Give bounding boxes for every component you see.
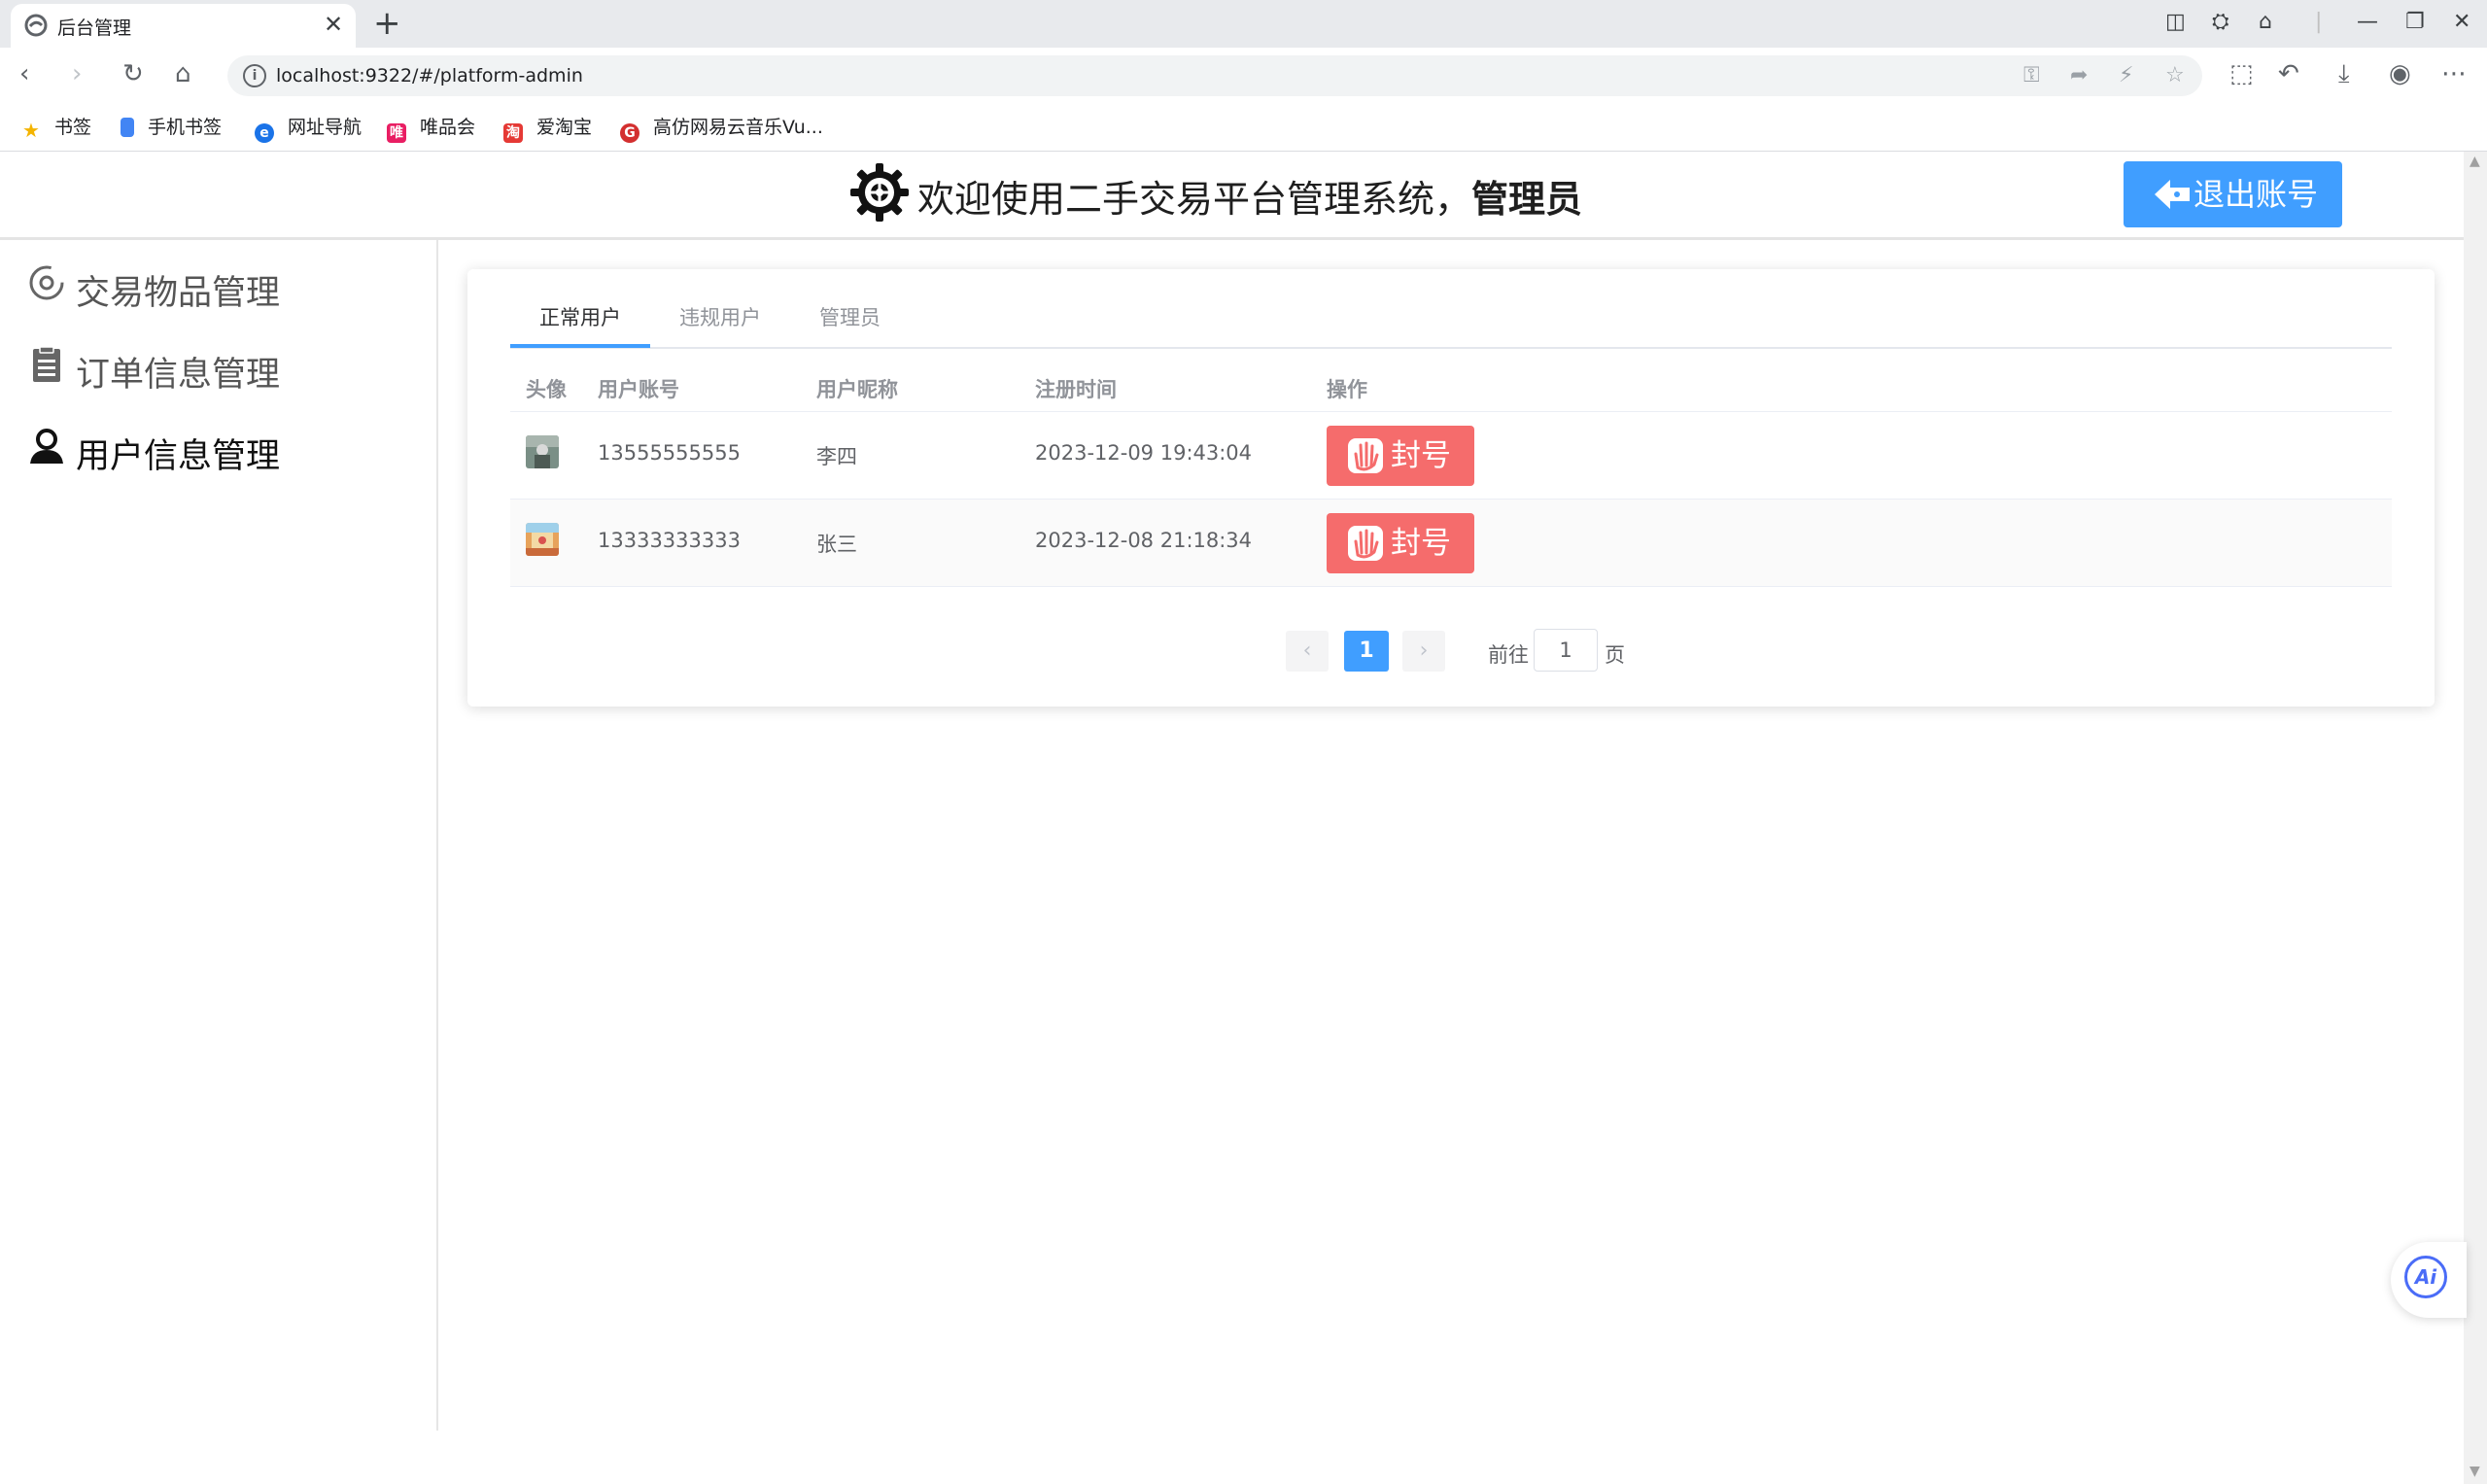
- download-icon[interactable]: ⤓: [2338, 59, 2350, 89]
- user-icon: [30, 429, 63, 464]
- pagination: ‹ 1 › 前往 页: [467, 629, 2435, 673]
- profile-avatar-icon[interactable]: ◉: [2389, 59, 2411, 88]
- key-icon[interactable]: ⚿: [2023, 63, 2040, 87]
- browser-tab[interactable]: 后台管理 ✕: [11, 4, 356, 48]
- tab-normal-users[interactable]: 正常用户: [510, 289, 650, 347]
- table-row: 13555555555 李四 2023-12-09 19:43:04 封号: [510, 412, 2392, 500]
- active-tab-indicator: [510, 344, 650, 348]
- sidebar: 交易物品管理 订单信息管理 用户信息管理: [0, 240, 438, 1431]
- column-header-avatar: 头像: [526, 378, 567, 401]
- goto-page-input[interactable]: [1534, 629, 1598, 672]
- nav-icon: e: [255, 123, 274, 143]
- close-tab-icon[interactable]: ✕: [324, 11, 343, 38]
- tab-violation-users[interactable]: 违规用户: [650, 289, 790, 347]
- avatar: [526, 523, 559, 556]
- bookmark-item[interactable]: G 高仿网易云音乐Vu...: [620, 113, 823, 143]
- star-icon: ★: [22, 119, 40, 142]
- forward-icon[interactable]: ›: [72, 59, 82, 88]
- page-number-button[interactable]: 1: [1344, 631, 1389, 672]
- logout-button[interactable]: 退出账号: [2124, 161, 2342, 227]
- page-title: 欢迎使用二手交易平台管理系统，管理员: [917, 178, 1583, 221]
- bookmark-item[interactable]: 淘爱淘宝: [503, 113, 592, 143]
- order-icon: [33, 346, 60, 382]
- extensions-icon[interactable]: ⬚: [2229, 59, 2254, 88]
- column-header-account: 用户账号: [598, 378, 679, 401]
- edge-favicon-icon: [24, 14, 48, 37]
- tab-admins[interactable]: 管理员: [790, 289, 910, 347]
- goods-icon: [29, 265, 64, 300]
- user-type-tabs: 正常用户 违规用户 管理员: [510, 289, 2392, 349]
- reload-icon[interactable]: ↻: [122, 59, 144, 88]
- goto-label: 前往: [1488, 643, 1529, 667]
- column-header-action: 操作: [1327, 378, 1367, 401]
- user-nickname: 张三: [816, 533, 857, 556]
- page-scrollbar[interactable]: ▲ ▼: [2464, 152, 2487, 1484]
- user-management-card: 正常用户 违规用户 管理员 头像 用户账号 用户昵称 注册时间 操作 13555…: [467, 269, 2435, 707]
- bookmark-item[interactable]: 唯唯品会: [387, 113, 475, 143]
- app-header: 欢迎使用二手交易平台管理系统，管理员 退出账号: [0, 152, 2464, 240]
- favorite-star-icon[interactable]: ☆: [2165, 63, 2185, 87]
- extension-icon[interactable]: ⌂: [2259, 10, 2272, 34]
- hand-stop-icon: [1348, 526, 1383, 561]
- close-window-icon[interactable]: ✕: [2453, 10, 2470, 34]
- table-row: 13333333333 张三 2023-12-08 21:18:34 封号: [510, 500, 2392, 587]
- column-header-registered: 注册时间: [1035, 378, 1117, 401]
- bookmark-item[interactable]: ★ 书签: [21, 113, 91, 140]
- separator: |: [2315, 10, 2323, 34]
- url-text[interactable]: localhost:9322/#/platform-admin: [276, 65, 583, 86]
- user-account: 13555555555: [598, 441, 741, 465]
- incognito-icon[interactable]: ⛭: [2212, 10, 2229, 34]
- page-suffix-label: 页: [1605, 643, 1625, 667]
- user-account: 13333333333: [598, 529, 741, 552]
- taobao-icon: 淘: [503, 123, 523, 143]
- site-info-icon[interactable]: i: [243, 64, 266, 87]
- tab-title: 后台管理: [57, 17, 132, 39]
- back-icon[interactable]: ‹: [19, 59, 29, 88]
- new-tab-icon[interactable]: +: [373, 4, 401, 43]
- sidebar-toggle-icon[interactable]: ◫: [2165, 10, 2186, 34]
- browser-toolbar: ‹ › ↻ ⌂ i localhost:9322/#/platform-admi…: [0, 48, 2487, 103]
- home-icon[interactable]: ⌂: [175, 59, 191, 88]
- address-bar[interactable]: i localhost:9322/#/platform-admin ⚿ ➦ ⚡ …: [227, 55, 2202, 96]
- next-page-button[interactable]: ›: [1402, 631, 1445, 672]
- bookmark-item[interactable]: e 网址导航: [255, 113, 362, 143]
- restore-icon[interactable]: ❐: [2405, 10, 2425, 34]
- ai-assistant-button[interactable]: Ai: [2391, 1242, 2467, 1318]
- gear-logo-icon: [850, 163, 909, 222]
- table-header: 头像 用户账号 用户昵称 注册时间 操作: [510, 361, 2392, 412]
- avatar: [526, 435, 559, 468]
- minimize-icon[interactable]: —: [2357, 10, 2378, 34]
- user-registered-time: 2023-12-08 21:18:34: [1035, 529, 1253, 552]
- hand-stop-icon: [1348, 438, 1383, 473]
- ai-icon: Ai: [2404, 1256, 2447, 1298]
- netease-icon: G: [620, 123, 639, 143]
- share-icon[interactable]: ➦: [2070, 63, 2088, 87]
- phone-bookmark-icon: [121, 118, 134, 137]
- bookmark-item[interactable]: 手机书签: [121, 113, 222, 139]
- user-nickname: 李四: [816, 445, 857, 468]
- vip-icon: 唯: [387, 123, 406, 143]
- user-registered-time: 2023-12-09 19:43:04: [1035, 441, 1253, 465]
- bookmarks-bar: ★ 书签 手机书签 e 网址导航 唯唯品会 淘爱淘宝 G 高仿网易云音乐Vu...: [0, 103, 2487, 152]
- lightning-icon[interactable]: ⚡: [2119, 63, 2133, 87]
- column-header-nickname: 用户昵称: [816, 378, 898, 401]
- scroll-up-icon[interactable]: ▲: [2470, 154, 2480, 169]
- browser-tab-bar: 后台管理 ✕ + ◫ ⛭ ⌂ | — ❐ ✕: [0, 0, 2487, 48]
- scroll-down-icon[interactable]: ▼: [2470, 1464, 2480, 1479]
- undo-icon[interactable]: ↶: [2278, 59, 2299, 88]
- more-menu-icon[interactable]: ⋯: [2441, 59, 2467, 88]
- user-role: 管理员: [1471, 178, 1583, 221]
- ban-button[interactable]: 封号: [1327, 513, 1474, 573]
- prev-page-button[interactable]: ‹: [1286, 631, 1329, 672]
- logout-arrow-icon: [2155, 180, 2190, 209]
- ban-button[interactable]: 封号: [1327, 426, 1474, 486]
